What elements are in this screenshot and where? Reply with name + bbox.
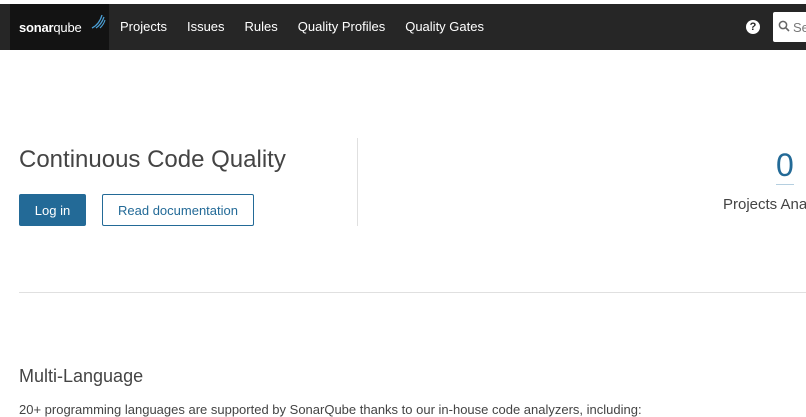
login-button[interactable]: Log in bbox=[19, 194, 86, 226]
search-icon bbox=[778, 20, 790, 32]
page-title: Continuous Code Quality bbox=[19, 146, 286, 173]
logo-text: sonarqube bbox=[19, 20, 82, 35]
multi-language-title: Multi-Language bbox=[19, 366, 144, 386]
nav-quality-gates[interactable]: Quality Gates bbox=[395, 4, 494, 50]
nav-projects[interactable]: Projects bbox=[110, 4, 177, 50]
nav-issues[interactable]: Issues bbox=[177, 4, 235, 50]
read-documentation-button[interactable]: Read documentation bbox=[102, 194, 254, 226]
section-divider bbox=[19, 292, 806, 293]
help-icon[interactable]: ? bbox=[746, 20, 760, 34]
sonar-wave-icon bbox=[91, 14, 106, 29]
nav-quality-profiles[interactable]: Quality Profiles bbox=[288, 4, 395, 50]
projects-analyzed-count[interactable]: 0 bbox=[776, 146, 794, 185]
vertical-divider bbox=[357, 138, 358, 226]
search-box[interactable] bbox=[773, 12, 806, 42]
main-nav: Projects Issues Rules Quality Profiles Q… bbox=[110, 4, 494, 50]
nav-rules[interactable]: Rules bbox=[235, 4, 288, 50]
search-input[interactable] bbox=[793, 17, 806, 37]
top-navbar: sonarqube Projects Issues Rules Quality … bbox=[0, 4, 806, 50]
multi-language-description: 20+ programming languages are supported … bbox=[19, 402, 642, 417]
projects-analyzed-label: Projects Analyzed bbox=[723, 196, 806, 213]
sonarqube-logo[interactable]: sonarqube bbox=[10, 4, 109, 50]
